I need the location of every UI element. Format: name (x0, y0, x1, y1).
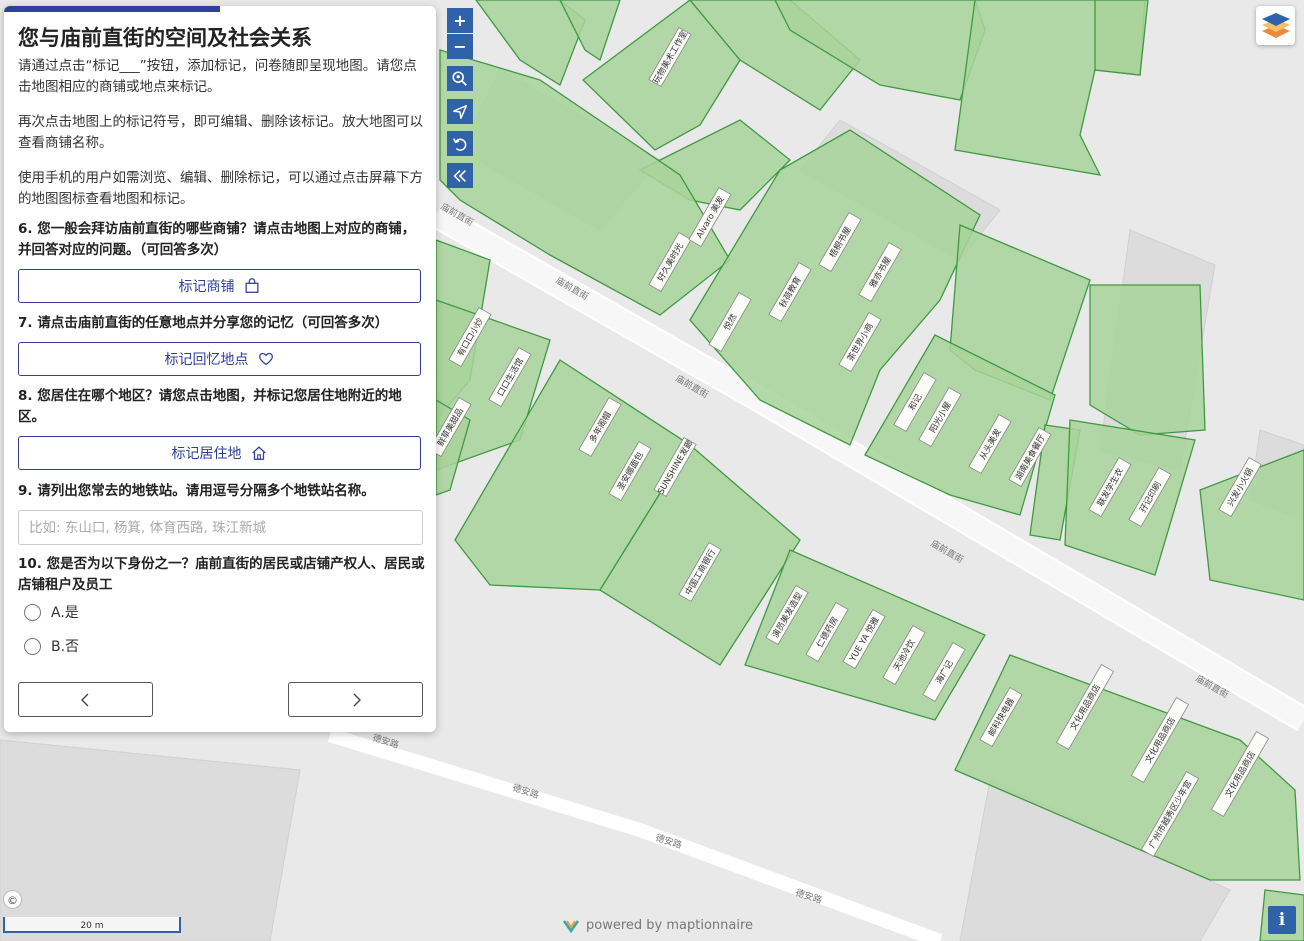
mark-memory-label: 标记回忆地点 (164, 352, 249, 368)
page-title: 您与庙前直街的空间及社会关系 (18, 26, 312, 50)
locate-me-button[interactable] (447, 99, 473, 124)
info-button[interactable]: i (1268, 906, 1296, 934)
collapse-panel-button[interactable] (447, 163, 473, 188)
reset-view-button[interactable] (447, 131, 473, 156)
search-location-icon (452, 70, 467, 86)
question-9: 9. 请列出您常去的地铁站。请用逗号分隔多个地铁站名称。 (18, 483, 375, 499)
mark-shop-label: 标记商铺 (178, 279, 235, 295)
zoom-out-button[interactable]: − (447, 34, 473, 59)
powered-by[interactable]: powered by maptionnaire (562, 918, 753, 933)
mark-memory-button[interactable]: 标记回忆地点 (18, 342, 421, 376)
zoom-in-button[interactable]: + (447, 8, 473, 33)
radio-label: A.是 (51, 605, 79, 621)
powered-by-text: powered by maptionnaire (586, 918, 754, 933)
mark-shop-button[interactable]: 标记商铺 (18, 269, 421, 303)
question-8: 8. 您居住在哪个地区？请您点击地图，并标记您居住地附近的地区。 (18, 388, 402, 425)
metro-station-input[interactable] (18, 510, 423, 545)
home-icon (251, 446, 266, 460)
navigation-arrow-icon (452, 104, 468, 119)
chevron-left-icon (80, 693, 88, 706)
radio-option-yes[interactable]: A.是 (24, 602, 79, 622)
layers-icon (1261, 12, 1290, 38)
survey-panel: 您与庙前直街的空间及社会关系 请通过点击“标记___”按钮，添加标记，问卷随即呈… (4, 6, 436, 732)
heart-icon (258, 352, 273, 366)
search-location-button[interactable] (447, 66, 473, 91)
maptionnaire-logo-icon (562, 919, 580, 933)
attribution-button[interactable]: © (3, 890, 22, 909)
previous-page-button[interactable] (18, 682, 153, 717)
question-6: 6. 您一般会拜访庙前直街的哪些商铺？请点击地图上对应的商铺，并回答对应的问题。… (18, 221, 416, 258)
radio-option-no[interactable]: B.否 (24, 636, 79, 656)
mark-residence-label: 标记居住地 (171, 446, 242, 462)
intro-paragraph: 再次点击地图上的标记符号，即可编辑、删除该标记。放大地图可以查看商铺名称。 (18, 114, 423, 151)
question-7: 7. 请点击庙前直街的任意地点并分享您的记忆（可回答多次） (18, 315, 389, 331)
chevron-right-icon (353, 693, 361, 706)
layers-button[interactable] (1256, 6, 1295, 45)
intro-paragraph: 使用手机的用户如需浏览、编辑、删除标记，可以通过点击屏幕下方的地图图标查看地图和… (18, 170, 423, 207)
shopping-bag-icon (245, 278, 258, 293)
next-page-button[interactable] (288, 682, 423, 717)
radio-button[interactable] (24, 603, 41, 621)
undo-icon (453, 137, 467, 151)
mark-residence-button[interactable]: 标记居住地 (18, 436, 421, 470)
double-chevron-left-icon (453, 169, 466, 182)
intro-paragraph: 请通过点击“标记___”按钮，添加标记，问卷随即呈现地图。请您点击地图相应的商铺… (18, 58, 417, 95)
progress-bar (4, 6, 220, 12)
question-10: 10. 您是否为以下身份之一？庙前直街的居民或店铺产权人、居民或店铺租户及员工 (18, 556, 425, 593)
radio-label: B.否 (51, 639, 80, 655)
radio-button[interactable] (24, 637, 41, 655)
scale-bar: 20 m (3, 917, 181, 933)
